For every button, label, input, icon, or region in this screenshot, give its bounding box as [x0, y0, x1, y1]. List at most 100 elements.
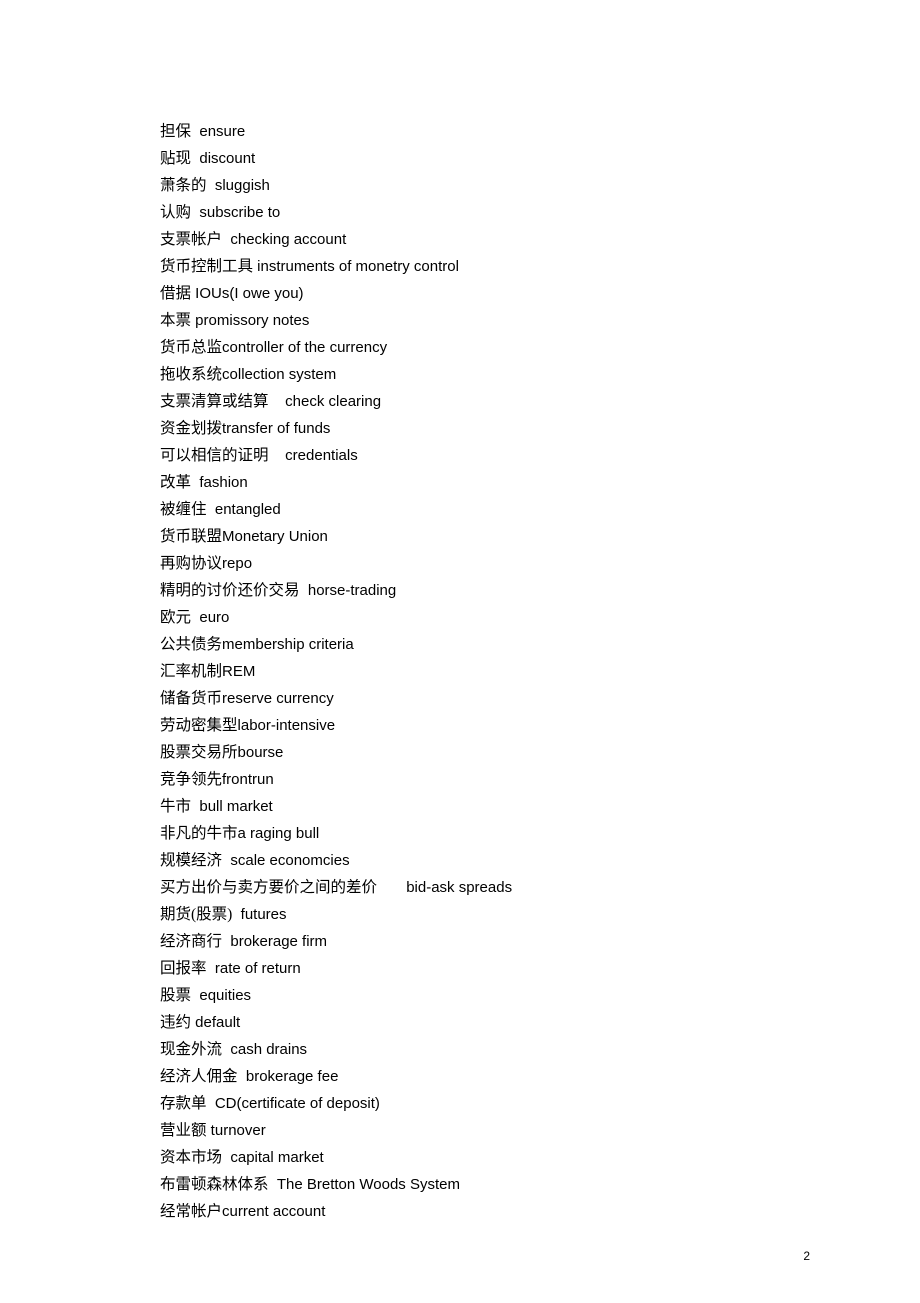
- term-english: capital market: [222, 1149, 324, 1166]
- term-english: horse-trading: [300, 582, 397, 599]
- term-chinese: 改革: [160, 474, 191, 491]
- vocabulary-entry: 担保 ensure: [160, 118, 760, 145]
- term-english: futures: [232, 906, 286, 923]
- term-english: repo: [222, 555, 252, 572]
- term-chinese: 再购协议: [160, 555, 222, 572]
- vocabulary-entry: 竞争领先frontrun: [160, 766, 760, 793]
- term-chinese: 竞争领先: [160, 771, 222, 788]
- vocabulary-entry: 违约 default: [160, 1009, 760, 1036]
- term-chinese: 货币总监: [160, 339, 222, 356]
- term-english: rate of return: [207, 960, 301, 977]
- vocabulary-entry: 资金划拨transfer of funds: [160, 415, 760, 442]
- vocabulary-entry: 买方出价与卖方要价之间的差价 bid-ask spreads: [160, 874, 760, 901]
- term-chinese: 现金外流: [160, 1041, 222, 1058]
- term-chinese: 担保: [160, 123, 191, 140]
- vocabulary-entry: 改革 fashion: [160, 469, 760, 496]
- vocabulary-entry: 支票清算或结算 check clearing: [160, 388, 760, 415]
- term-chinese: 公共债务: [160, 636, 222, 653]
- term-chinese: 借据: [160, 285, 191, 302]
- term-chinese: 布雷顿森林体系: [160, 1176, 269, 1193]
- term-chinese: 可以相信的证明: [160, 447, 269, 464]
- term-english: collection system: [222, 366, 336, 383]
- vocabulary-entry: 货币控制工具 instruments of monetry control: [160, 253, 760, 280]
- vocabulary-entry: 经常帐户current account: [160, 1198, 760, 1225]
- vocabulary-entry: 期货(股票) futures: [160, 901, 760, 928]
- term-english: bull market: [191, 798, 273, 815]
- term-chinese: 回报率: [160, 960, 207, 977]
- term-english: reserve currency: [222, 690, 334, 707]
- vocabulary-entry: 回报率 rate of return: [160, 955, 760, 982]
- term-english: transfer of funds: [222, 420, 330, 437]
- vocabulary-entry: 精明的讨价还价交易 horse-trading: [160, 577, 760, 604]
- term-chinese: 营业额: [160, 1122, 207, 1139]
- term-chinese: 经济商行: [160, 933, 222, 950]
- term-chinese: 汇率机制: [160, 663, 222, 680]
- term-chinese: 资金划拨: [160, 420, 222, 437]
- term-english: entangled: [207, 501, 281, 518]
- term-english: REM: [222, 663, 255, 680]
- term-english: IOUs(I owe you): [191, 285, 304, 302]
- vocabulary-entry: 布雷顿森林体系 The Bretton Woods System: [160, 1171, 760, 1198]
- term-english: labor-intensive: [238, 717, 336, 734]
- vocabulary-entry: 股票 equities: [160, 982, 760, 1009]
- term-chinese: 储备货币: [160, 690, 222, 707]
- vocabulary-entry: 劳动密集型labor-intensive: [160, 712, 760, 739]
- term-english: The Bretton Woods System: [269, 1176, 460, 1193]
- vocabulary-entry: 储备货币reserve currency: [160, 685, 760, 712]
- vocabulary-entry: 经济商行 brokerage firm: [160, 928, 760, 955]
- term-chinese: 股票: [160, 987, 191, 1004]
- vocabulary-entry: 萧条的 sluggish: [160, 172, 760, 199]
- vocabulary-entry: 公共债务membership criteria: [160, 631, 760, 658]
- term-english: instruments of monetry control: [253, 258, 459, 275]
- term-chinese: 贴现: [160, 150, 191, 167]
- vocabulary-entry: 货币总监controller of the currency: [160, 334, 760, 361]
- term-chinese: 认购: [160, 204, 191, 221]
- term-chinese: 非凡的牛市: [160, 825, 238, 842]
- term-chinese: 买方出价与卖方要价之间的差价: [160, 879, 377, 896]
- term-english: cash drains: [222, 1041, 307, 1058]
- vocabulary-entry: 汇率机制REM: [160, 658, 760, 685]
- term-chinese: 劳动密集型: [160, 717, 238, 734]
- term-chinese: 股票交易所: [160, 744, 238, 761]
- vocabulary-entry: 支票帐户 checking account: [160, 226, 760, 253]
- term-english: Monetary Union: [222, 528, 328, 545]
- vocabulary-entry: 股票交易所bourse: [160, 739, 760, 766]
- vocabulary-entry: 欧元 euro: [160, 604, 760, 631]
- vocabulary-entry: 现金外流 cash drains: [160, 1036, 760, 1063]
- term-chinese: 本票: [160, 312, 191, 329]
- term-chinese: 期货(股票): [160, 906, 232, 923]
- term-chinese: 精明的讨价还价交易: [160, 582, 300, 599]
- vocabulary-entry: 资本市场 capital market: [160, 1144, 760, 1171]
- term-english: turnover: [207, 1122, 266, 1139]
- term-english: current account: [222, 1203, 325, 1220]
- vocabulary-entry: 被缠住 entangled: [160, 496, 760, 523]
- term-english: default: [191, 1014, 240, 1031]
- vocabulary-entry: 借据 IOUs(I owe you): [160, 280, 760, 307]
- vocabulary-entry: 牛市 bull market: [160, 793, 760, 820]
- term-english: sluggish: [207, 177, 270, 194]
- vocabulary-entry: 货币联盟Monetary Union: [160, 523, 760, 550]
- term-english: frontrun: [222, 771, 274, 788]
- term-english: bourse: [238, 744, 284, 761]
- document-page: 担保 ensure贴现 discount萧条的 sluggish认购 subsc…: [0, 0, 920, 1225]
- term-english: check clearing: [269, 393, 382, 410]
- term-chinese: 资本市场: [160, 1149, 222, 1166]
- vocabulary-entry: 可以相信的证明 credentials: [160, 442, 760, 469]
- term-english: promissory notes: [191, 312, 309, 329]
- term-chinese: 被缠住: [160, 501, 207, 518]
- term-english: brokerage firm: [222, 933, 327, 950]
- term-english: bid-ask spreads: [377, 879, 512, 896]
- vocabulary-entry: 拖收系统collection system: [160, 361, 760, 388]
- term-english: brokerage fee: [238, 1068, 339, 1085]
- term-chinese: 货币控制工具: [160, 258, 253, 275]
- term-chinese: 欧元: [160, 609, 191, 626]
- term-english: a raging bull: [238, 825, 320, 842]
- term-english: ensure: [191, 123, 245, 140]
- vocabulary-list: 担保 ensure贴现 discount萧条的 sluggish认购 subsc…: [160, 118, 760, 1225]
- term-english: membership criteria: [222, 636, 354, 653]
- term-chinese: 货币联盟: [160, 528, 222, 545]
- term-english: discount: [191, 150, 255, 167]
- term-english: CD(certificate of deposit): [207, 1095, 380, 1112]
- term-chinese: 经济人佣金: [160, 1068, 238, 1085]
- vocabulary-entry: 本票 promissory notes: [160, 307, 760, 334]
